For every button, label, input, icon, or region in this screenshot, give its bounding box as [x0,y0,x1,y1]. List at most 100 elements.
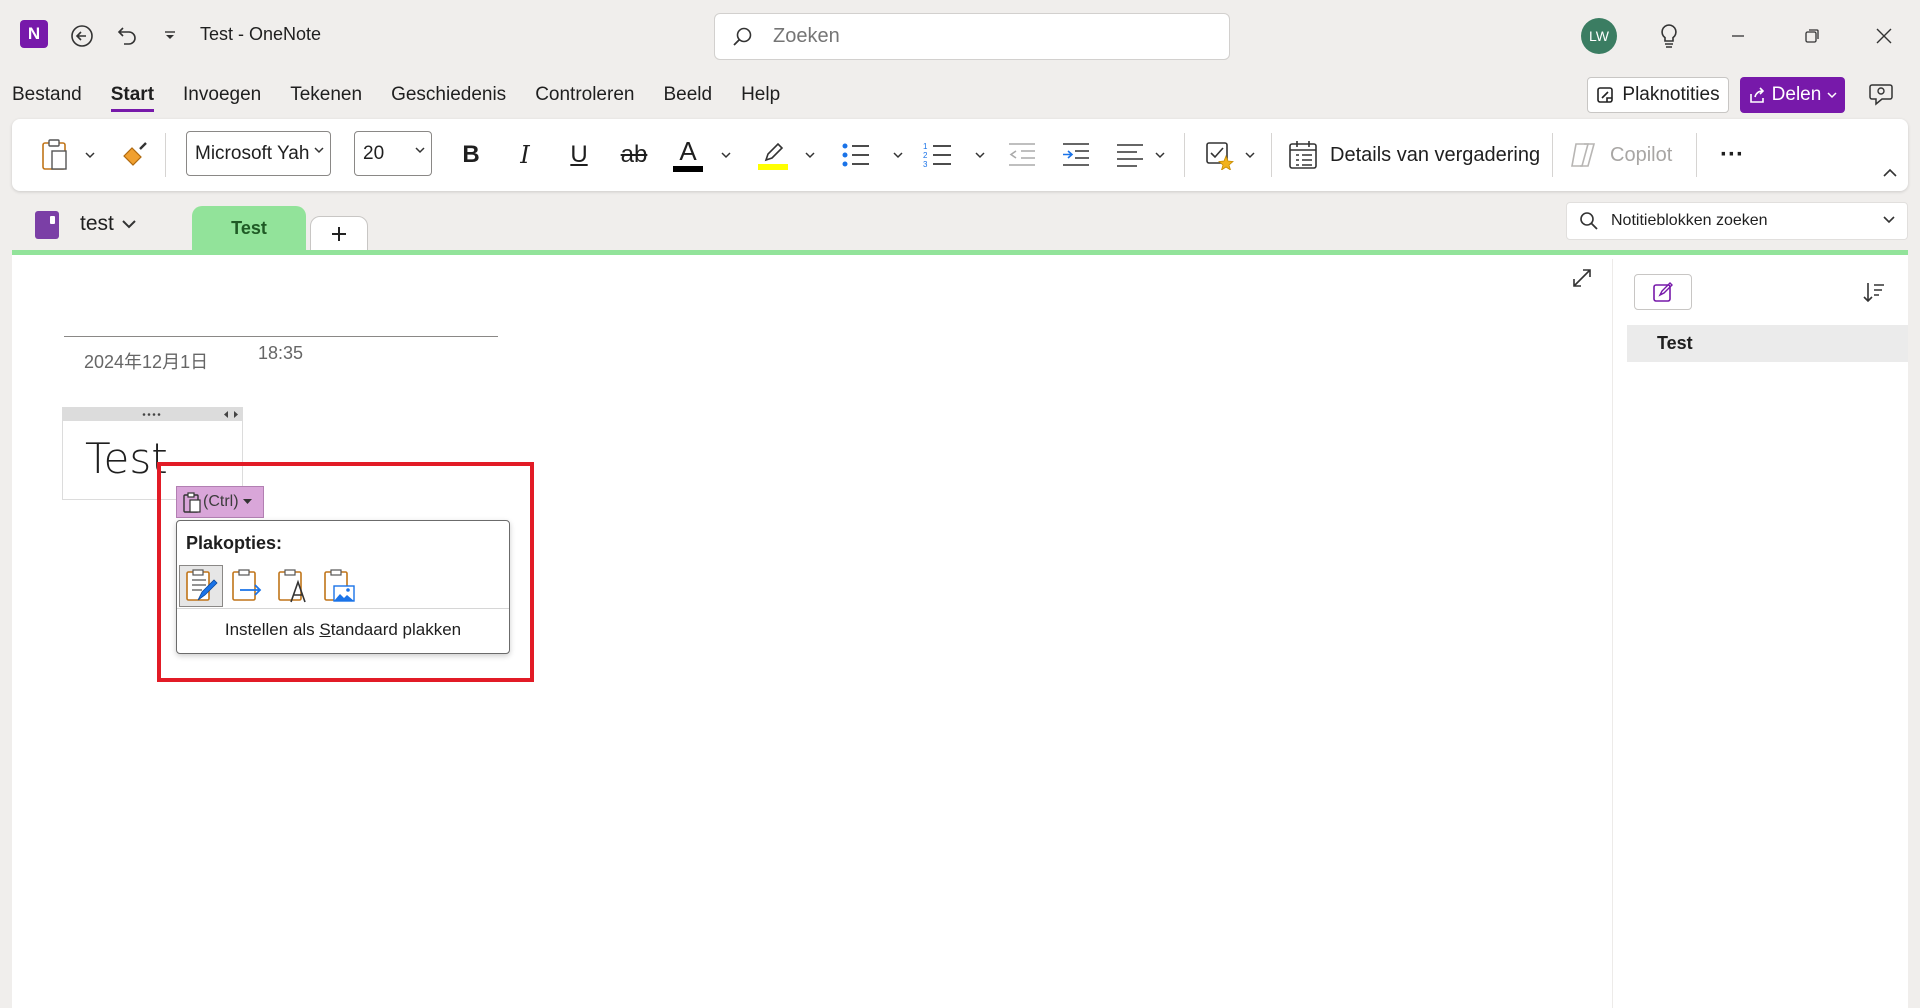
highlight-chevron-icon[interactable] [802,147,818,163]
underline-button[interactable]: U [562,137,596,173]
align-chevron-icon[interactable] [1152,147,1168,163]
notebook-name: test [80,212,114,235]
tag-chevron-icon[interactable] [1242,147,1258,163]
decrease-indent-icon[interactable] [1002,137,1042,173]
ribbon-separator [1271,133,1272,177]
annotation-highlight-frame [157,462,534,682]
font-name-select[interactable]: Microsoft Yah [186,131,331,176]
copilot-button[interactable]: Copilot [1568,135,1694,175]
menu-invoegen[interactable]: Invoegen [183,84,261,106]
svg-text:1: 1 [923,142,928,151]
menu-bestand[interactable]: Bestand [12,84,82,106]
title-bar: N Test - OneNote LW [0,0,1920,72]
section-tab-test[interactable]: Test [192,206,306,251]
notebook-search[interactable]: Notitieblokken zoeken [1566,202,1908,240]
copilot-label: Copilot [1610,143,1673,166]
highlighter-icon [760,140,786,164]
paste-icon[interactable] [36,136,74,174]
notebook-icon [34,210,60,240]
font-color-swatch [673,166,703,172]
menu-beeld[interactable]: Beeld [663,84,712,106]
add-section-button[interactable] [310,216,368,252]
paste-dropdown-chevron-icon[interactable] [82,147,98,163]
ribbon-separator [165,133,166,177]
chevron-down-icon [1883,216,1895,224]
ribbon-separator [1184,133,1185,177]
bold-button[interactable]: B [454,137,488,173]
font-size-select[interactable]: 20 [354,131,432,176]
notebook-selector[interactable]: test [80,212,136,236]
window-title: Test - OneNote [200,24,322,44]
increase-indent-icon[interactable] [1056,137,1096,173]
more-options-button[interactable]: ··· [1712,137,1752,173]
meeting-details-button[interactable]: Details van vergadering [1288,135,1560,175]
chevron-down-icon [1827,91,1837,99]
expand-icon[interactable] [1570,266,1598,294]
strikethrough-button[interactable]: ab [614,137,654,173]
font-color-glyph: A [679,136,697,166]
chevron-down-icon [122,219,136,229]
menu-tekenen[interactable]: Tekenen [290,84,362,106]
menu-geschiedenis[interactable]: Geschiedenis [391,84,506,106]
note-container-handle[interactable] [63,408,242,421]
numbered-list-icon[interactable]: 123 [920,137,956,173]
bullet-list-icon[interactable] [838,137,874,173]
chevron-down-icon [415,146,425,154]
search-icon [731,26,753,48]
bullet-list-chevron-icon[interactable] [890,147,906,163]
new-page-button[interactable] [1634,274,1692,310]
customize-toolbar-icon[interactable] [160,26,180,46]
highlight-color-swatch [758,164,788,170]
svg-text:3: 3 [923,160,928,169]
close-icon[interactable] [1870,22,1898,50]
sticky-notes-label: Plaknotities [1622,84,1720,105]
back-icon[interactable] [68,22,96,50]
page-list-item[interactable]: Test [1627,325,1908,362]
italic-button[interactable]: I [508,137,542,173]
undo-icon[interactable] [112,20,142,50]
share-icon [1748,86,1766,104]
page-list-pane [1612,259,1908,1008]
tag-icon[interactable] [1202,137,1238,173]
align-icon[interactable] [1112,137,1148,173]
font-color-chevron-icon[interactable] [718,147,734,163]
search-input[interactable] [773,25,1193,48]
minimize-icon[interactable] [1724,22,1752,50]
new-page-icon [1652,281,1674,303]
menu-bar: Bestand Start Invoegen Tekenen Geschiede… [0,80,809,112]
meeting-details-label: Details van vergadering [1330,143,1541,166]
ribbon: Microsoft Yah 20 B I U ab A 123 Details … [12,119,1908,191]
share-button[interactable]: Delen [1740,77,1845,113]
font-color-button[interactable]: A [670,133,706,177]
restore-icon[interactable] [1798,22,1826,50]
font-name-value: Microsoft Yah [195,142,310,164]
format-painter-icon[interactable] [118,137,152,171]
chevron-down-icon [314,146,324,154]
copilot-icon [1568,140,1598,170]
collapse-ribbon-icon[interactable] [1880,163,1900,183]
share-label: Delen [1771,84,1822,105]
sticky-note-icon [1596,86,1614,104]
notebook-search-placeholder: Notitieblokken zoeken [1611,212,1768,229]
svg-text:2: 2 [923,151,928,160]
ribbon-separator [1696,133,1697,177]
lightbulb-icon[interactable] [1654,20,1684,52]
calendar-icon [1288,140,1318,170]
numbered-list-chevron-icon[interactable] [972,147,988,163]
highlight-button[interactable] [754,133,792,177]
ribbon-separator [1552,133,1553,177]
font-size-value: 20 [363,142,385,164]
sticky-notes-button[interactable]: Plaknotities [1587,77,1729,113]
plus-icon [331,226,347,242]
feedback-icon[interactable] [1865,78,1899,112]
search-box[interactable] [714,13,1230,60]
note-text[interactable]: Test [85,434,168,483]
page-title-field[interactable] [64,336,498,337]
menu-help[interactable]: Help [741,84,780,106]
avatar[interactable]: LW [1581,18,1617,54]
menu-start[interactable]: Start [110,84,155,112]
menu-controleren[interactable]: Controleren [535,84,634,106]
sort-icon[interactable] [1862,280,1888,306]
onenote-logo-icon: N [20,20,48,48]
page-date: 2024年12月1日 [84,352,209,372]
